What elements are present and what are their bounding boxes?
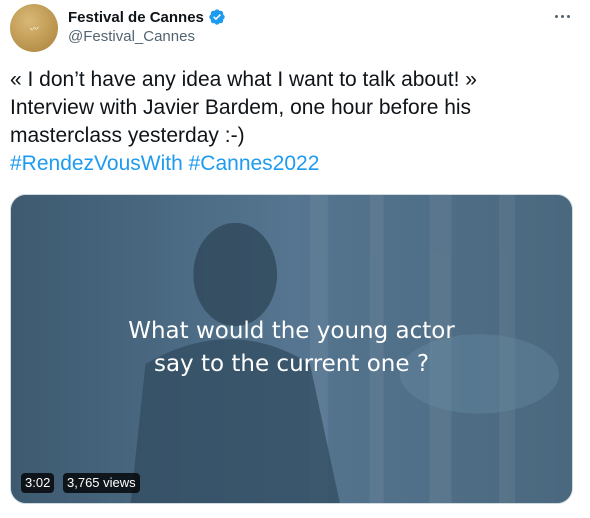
author-handle[interactable]: @Festival_Cannes [68, 28, 195, 45]
video-caption: What would the young actor say to the cu… [11, 315, 572, 381]
tweet-line: masterclass yesterday :-) [10, 124, 245, 147]
author-display-name[interactable]: Festival de Cannes [68, 9, 204, 26]
video-views-badge: 3,765 views [63, 473, 140, 493]
caption-line: say to the current one ? [153, 351, 430, 377]
author-name-row: Festival de Cannes [68, 8, 226, 26]
more-options-icon[interactable] [548, 6, 576, 26]
author-avatar[interactable]: 〰 [10, 4, 58, 52]
video-player[interactable]: What would the young actor say to the cu… [10, 194, 573, 504]
caption-line: What would the young actor [128, 318, 455, 344]
cannes-palm-logo: 〰 [28, 23, 40, 36]
hashtag-link[interactable]: #Cannes2022 [189, 152, 320, 175]
video-duration-badge: 3:02 [21, 473, 55, 493]
tweet-line: Interview with Javier Bardem, one hour b… [10, 96, 472, 119]
verified-badge-icon [209, 9, 225, 25]
tweet-line: « I don’t have any idea what I want to t… [10, 68, 477, 91]
tweet-text: « I don’t have any idea what I want to t… [10, 66, 570, 178]
hashtag-link[interactable]: #RendezVousWith [10, 152, 183, 175]
